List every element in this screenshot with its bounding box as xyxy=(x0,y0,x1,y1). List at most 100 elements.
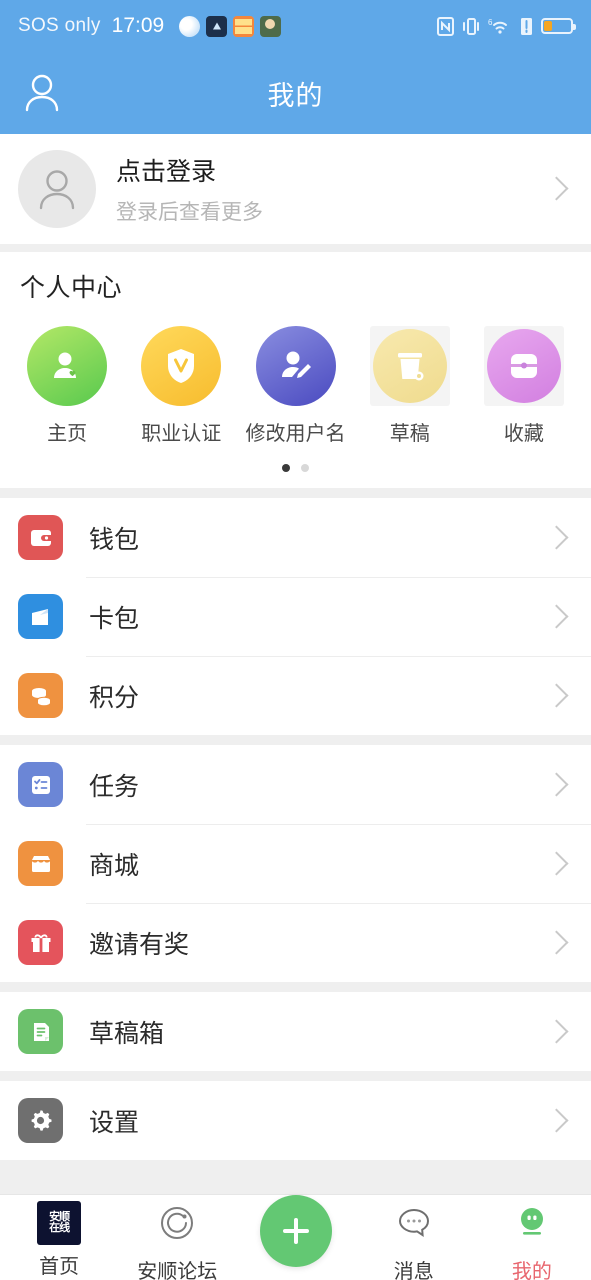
clock-label: 17:09 xyxy=(111,14,165,37)
divider-gap xyxy=(0,735,591,745)
edit-user-icon xyxy=(255,326,336,406)
menu-label: 设置 xyxy=(89,1108,140,1137)
personal-center-grid: 主页 职业认证 修改用户名 草稿 收藏 xyxy=(0,304,591,446)
menu-label: 任务 xyxy=(89,772,140,801)
tab-home[interactable]: 安顺 在线 首页 xyxy=(0,1201,118,1279)
page-dot-active[interactable] xyxy=(282,464,290,472)
pc-item-collection[interactable]: 收藏 xyxy=(467,326,581,446)
personal-center-title: 个人中心 xyxy=(20,274,123,302)
divider-gap xyxy=(0,982,591,992)
tab-forum[interactable]: 安顺论坛 xyxy=(118,1201,236,1280)
login-title: 点击登录 xyxy=(116,158,217,186)
pc-item-verify[interactable]: 职业认证 xyxy=(124,326,238,446)
coins-points-icon xyxy=(18,673,63,718)
wallet-icon xyxy=(18,515,63,560)
menu-label: 商城 xyxy=(89,851,140,880)
status-app-icons xyxy=(179,15,282,37)
trash-draft-icon xyxy=(372,329,447,403)
menu-label: 草稿箱 xyxy=(89,1019,165,1048)
green-app-icon xyxy=(260,15,282,37)
carousel-page-dots xyxy=(0,446,591,488)
menu-item-settings[interactable]: 设置 xyxy=(0,1081,591,1160)
tab-message[interactable]: 消息 xyxy=(355,1201,473,1280)
menu-group-3: 草稿箱 xyxy=(0,992,591,1071)
pc-item-home[interactable]: 主页 xyxy=(10,326,124,446)
app-root: SOS only 17:09 6 我的 点击登录 登录后查看更多 个人中心 主页… xyxy=(0,0,591,1280)
login-subtitle: 登录后查看更多 xyxy=(116,201,263,224)
chevron-right-icon xyxy=(544,1108,569,1133)
page-title: 我的 xyxy=(267,80,324,111)
image-placeholder xyxy=(483,326,564,406)
draft-box-icon xyxy=(18,1009,63,1054)
svg-text:6: 6 xyxy=(488,18,493,27)
wifi-6-icon: 6 xyxy=(488,17,512,36)
menu-item-points[interactable]: 积分 xyxy=(0,656,591,735)
status-bar-right: 6 xyxy=(437,16,576,36)
pc-item-rename[interactable]: 修改用户名 xyxy=(238,326,352,446)
divider-gap xyxy=(0,488,591,498)
menu-item-wallet[interactable]: 钱包 xyxy=(0,498,591,577)
divider-gap xyxy=(0,1071,591,1081)
menu-group-1: 钱包 卡包 积分 xyxy=(0,498,591,735)
tab-label: 安顺论坛 xyxy=(137,1261,218,1280)
tab-label-active: 我的 xyxy=(511,1261,552,1280)
divider-gap xyxy=(0,244,591,252)
upload-arrow-icon xyxy=(206,15,228,37)
page-dot[interactable] xyxy=(301,464,309,472)
login-card[interactable]: 点击登录 登录后查看更多 xyxy=(0,134,591,244)
shop-icon xyxy=(18,841,63,886)
logo-line-2: 在线 xyxy=(49,1222,70,1234)
add-plus-icon[interactable] xyxy=(259,1195,332,1267)
pc-label: 草稿 xyxy=(389,423,430,445)
tab-label: 首页 xyxy=(39,1256,80,1278)
message-bubble-icon xyxy=(392,1201,436,1250)
pc-label: 修改用户名 xyxy=(245,423,346,445)
orange-app-icon xyxy=(233,15,255,37)
menu-item-cardpack[interactable]: 卡包 xyxy=(0,577,591,656)
pc-item-draft[interactable]: 草稿 xyxy=(353,326,467,446)
pc-label: 主页 xyxy=(47,423,88,445)
menu-label: 积分 xyxy=(89,683,140,712)
personal-center-section: 个人中心 主页 职业认证 修改用户名 草稿 收藏 xyxy=(0,252,591,488)
battery-icon xyxy=(541,18,576,34)
bottom-tab-bar: 安顺 在线 首页 安顺论坛 消息 我的 xyxy=(0,1194,591,1280)
signal-alert-icon xyxy=(520,17,533,36)
chevron-right-icon xyxy=(544,176,569,201)
chevron-right-icon xyxy=(544,930,569,955)
tab-label: 消息 xyxy=(393,1261,434,1280)
person-outline-icon[interactable] xyxy=(22,72,62,114)
forum-circle-icon xyxy=(155,1201,199,1250)
avatar xyxy=(18,150,96,228)
menu-item-task[interactable]: 任务 xyxy=(0,745,591,824)
pc-label: 职业认证 xyxy=(141,423,222,445)
chevron-right-icon xyxy=(544,851,569,876)
gift-icon xyxy=(18,920,63,965)
task-list-icon xyxy=(18,762,63,807)
menu-label: 邀请有奖 xyxy=(89,930,190,959)
chevron-right-icon xyxy=(544,683,569,708)
menu-group-4: 设置 xyxy=(0,1081,591,1160)
menu-item-shop[interactable]: 商城 xyxy=(0,824,591,903)
home-user-icon xyxy=(27,326,108,406)
shield-verify-icon xyxy=(141,326,222,406)
status-bar-left: SOS only 17:09 xyxy=(18,14,437,38)
tab-profile[interactable]: 我的 xyxy=(473,1201,591,1280)
nfc-icon xyxy=(437,16,454,36)
menu-group-2: 任务 商城 邀请有奖 xyxy=(0,745,591,982)
tab-add[interactable] xyxy=(236,1195,354,1272)
vibrate-icon xyxy=(462,17,480,36)
anshun-logo-icon: 安顺 在线 xyxy=(37,1201,82,1245)
login-text-block: 点击登录 登录后查看更多 xyxy=(116,152,263,226)
gear-icon xyxy=(18,1098,63,1143)
menu-label: 卡包 xyxy=(89,604,140,633)
collection-box-icon xyxy=(486,329,561,403)
card-pack-icon xyxy=(18,594,63,639)
chevron-right-icon xyxy=(544,772,569,797)
menu-item-invite[interactable]: 邀请有奖 xyxy=(0,903,591,982)
pc-label: 收藏 xyxy=(503,423,544,445)
chevron-right-icon xyxy=(544,1019,569,1044)
carrier-label: SOS only xyxy=(18,15,101,36)
status-bar: SOS only 17:09 6 xyxy=(0,0,591,52)
menu-item-draftbox[interactable]: 草稿箱 xyxy=(0,992,591,1071)
menu-label: 钱包 xyxy=(89,525,140,554)
